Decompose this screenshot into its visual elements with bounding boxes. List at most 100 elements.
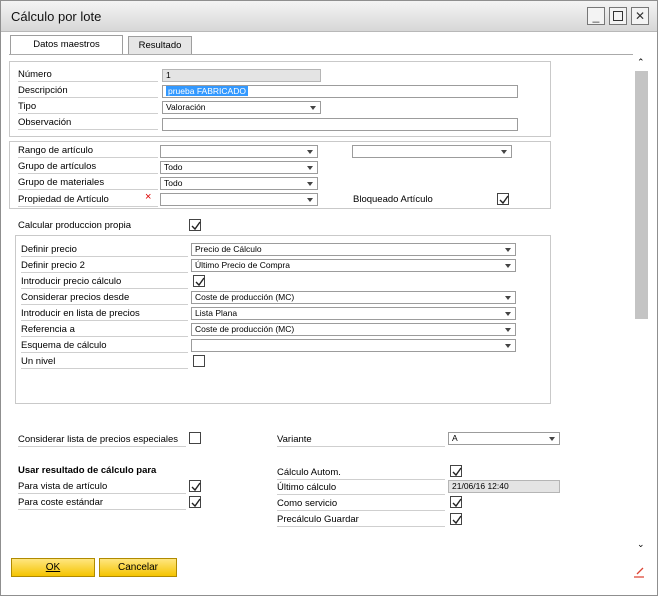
- grupo-materiales-label: Grupo de materiales: [18, 177, 105, 188]
- grupo-articulos-dropdown[interactable]: Todo: [160, 161, 318, 174]
- introducir-precio-underline: [21, 288, 188, 289]
- minimize-button[interactable]: _: [587, 7, 605, 25]
- checkmark-icon: [452, 467, 462, 477]
- coste-estandar-underline: [18, 509, 186, 510]
- grupo-articulos-value: Todo: [164, 162, 183, 172]
- precalculo-guardar-checkbox[interactable]: [450, 513, 462, 525]
- considerar-precios-desde-dropdown[interactable]: Coste de producción (MC): [191, 291, 516, 304]
- chevron-down-icon: [307, 166, 313, 170]
- descripcion-underline: [18, 97, 158, 98]
- definir-precio-dropdown[interactable]: Precio de Cálculo: [191, 243, 516, 256]
- esquema-calculo-underline: [21, 352, 188, 353]
- bloqueado-articulo-checkbox[interactable]: [497, 193, 509, 205]
- coste-estandar-checkbox[interactable]: [189, 496, 201, 508]
- propiedad-articulo-dropdown[interactable]: [160, 193, 318, 206]
- precalculo-guardar-label: Precálculo Guardar: [277, 514, 359, 525]
- como-servicio-checkbox[interactable]: [450, 496, 462, 508]
- ok-button[interactable]: OK: [11, 558, 95, 577]
- calculo-autom-label: Cálculo Autom.: [277, 467, 341, 478]
- maximize-button[interactable]: [609, 7, 627, 25]
- descripcion-label: Descripción: [18, 85, 68, 96]
- rango-articulo-from-dropdown[interactable]: [160, 145, 318, 158]
- close-icon: ✕: [634, 9, 646, 23]
- chevron-down-icon: [307, 182, 313, 186]
- numero-label: Número: [18, 69, 52, 80]
- un-nivel-checkbox[interactable]: [193, 355, 205, 367]
- title-bar: Cálculo por lote _ ✕: [1, 1, 657, 32]
- referencia-a-dropdown[interactable]: Coste de producción (MC): [191, 323, 516, 336]
- red-x-icon[interactable]: ×: [145, 191, 151, 203]
- chevron-down-icon: [310, 106, 316, 110]
- introducir-precio-calculo-label: Introducir precio cálculo: [21, 276, 122, 287]
- tipo-dropdown[interactable]: Valoración: [162, 101, 321, 114]
- vertical-scrollbar[interactable]: ⌃ ⌄: [634, 55, 650, 553]
- chevron-down-icon: [549, 437, 555, 441]
- checkmark-icon: [452, 498, 462, 508]
- definir-precio-2-value: Último Precio de Compra: [195, 260, 290, 270]
- resize-grip-icon[interactable]: [633, 567, 645, 579]
- descripcion-field[interactable]: prueba FABRICADO: [162, 85, 518, 98]
- introducir-precio-calculo-checkbox[interactable]: [193, 275, 205, 287]
- variante-label: Variante: [277, 434, 312, 445]
- considerar-precios-value: Coste de producción (MC): [195, 292, 295, 302]
- cancel-button[interactable]: Cancelar: [99, 558, 177, 577]
- precalculo-underline: [277, 526, 445, 527]
- introducir-lista-precios-label: Introducir en lista de precios: [21, 308, 140, 319]
- chevron-down-icon: [505, 344, 511, 348]
- ultimo-calculo-underline: [277, 494, 445, 495]
- un-nivel-label: Un nivel: [21, 356, 56, 367]
- tab-datos-maestros[interactable]: Datos maestros: [10, 35, 123, 55]
- chevron-down-icon: [307, 198, 313, 202]
- observacion-field[interactable]: [162, 118, 518, 131]
- definir-precio-value: Precio de Cálculo: [195, 244, 262, 254]
- scroll-up-icon[interactable]: ⌃: [637, 57, 645, 68]
- coste-estandar-label: Para coste estándar: [18, 497, 104, 508]
- calculo-autom-checkbox[interactable]: [450, 465, 462, 477]
- como-servicio-underline: [277, 510, 445, 511]
- considerar-precios-desde-label: Considerar precios desde: [21, 292, 130, 303]
- checkmark-icon: [191, 221, 201, 231]
- variante-dropdown[interactable]: A: [448, 432, 560, 445]
- chevron-down-icon: [505, 248, 511, 252]
- ok-button-label: OK: [45, 562, 61, 573]
- calcular-produccion-checkbox[interactable]: [189, 219, 201, 231]
- grupo-materiales-dropdown[interactable]: Todo: [160, 177, 318, 190]
- referencia-a-value: Coste de producción (MC): [195, 324, 295, 334]
- usar-resultado-heading: Usar resultado de cálculo para: [18, 465, 157, 476]
- ultimo-calculo-field: 21/06/16 12:40: [448, 480, 560, 493]
- tipo-underline: [18, 113, 158, 114]
- chevron-down-icon: [505, 264, 511, 268]
- considerar-lista-especiales-checkbox[interactable]: [189, 432, 201, 444]
- calcular-produccion-label: Calcular produccion propia: [18, 220, 132, 231]
- chevron-down-icon: [505, 328, 511, 332]
- grupo-articulos-underline: [18, 173, 158, 174]
- observacion-underline: [18, 129, 158, 130]
- numero-underline: [18, 81, 158, 82]
- scrollbar-thumb[interactable]: [635, 71, 648, 319]
- window-title: Cálculo por lote: [11, 9, 102, 24]
- introducir-lista-precios-dropdown[interactable]: Lista Plana: [191, 307, 516, 320]
- grupo-materiales-underline: [18, 189, 158, 190]
- calculo-autom-underline: [277, 479, 445, 480]
- definir-precio-underline: [21, 256, 188, 257]
- esquema-calculo-label: Esquema de cálculo: [21, 340, 107, 351]
- variante-underline: [277, 446, 445, 447]
- tipo-value: Valoración: [166, 102, 206, 112]
- grupo-articulos-label: Grupo de artículos: [18, 161, 97, 172]
- vista-articulo-checkbox[interactable]: [189, 480, 201, 492]
- rango-articulo-to-dropdown[interactable]: [352, 145, 512, 158]
- close-button[interactable]: ✕: [631, 7, 649, 25]
- scroll-down-icon[interactable]: ⌄: [637, 539, 645, 550]
- observacion-label: Observación: [18, 117, 72, 128]
- chevron-down-icon: [307, 150, 313, 154]
- referencia-a-underline: [21, 336, 188, 337]
- checkmark-icon: [452, 515, 462, 525]
- tipo-label: Tipo: [18, 101, 37, 112]
- tab-resultado[interactable]: Resultado: [128, 36, 192, 55]
- datos-maestros-panel: Número 1 Descripción prueba FABRICADO Ti…: [9, 54, 633, 555]
- minimize-icon: _: [592, 9, 600, 23]
- definir-precio-2-dropdown[interactable]: Último Precio de Compra: [191, 259, 516, 272]
- un-nivel-underline: [21, 368, 188, 369]
- checkmark-icon: [499, 195, 509, 205]
- esquema-calculo-dropdown[interactable]: [191, 339, 516, 352]
